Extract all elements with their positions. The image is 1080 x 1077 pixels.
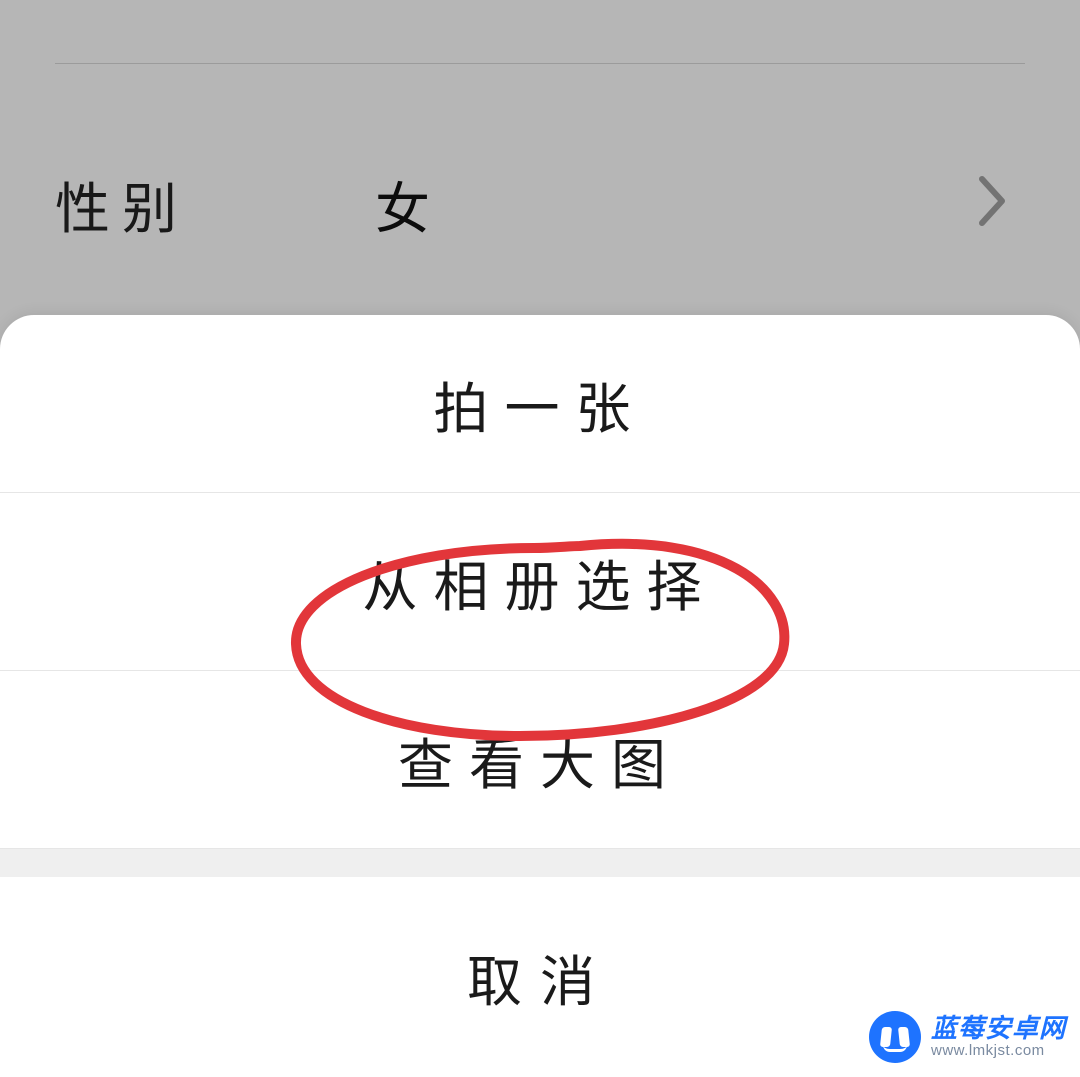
cancel-button-label: 取消 xyxy=(467,937,613,1017)
option-view-large[interactable]: 查看大图 xyxy=(0,671,1080,849)
sheet-separator xyxy=(0,849,1080,877)
option-take-photo-label: 拍一张 xyxy=(433,364,646,444)
watermark: 蓝莓安卓网 www.lmkjst.com xyxy=(869,1011,1066,1063)
option-choose-from-album[interactable]: 从相册选择 xyxy=(0,493,1080,671)
option-view-large-label: 查看大图 xyxy=(398,720,682,800)
option-take-photo[interactable]: 拍一张 xyxy=(0,315,1080,493)
watermark-url: www.lmkjst.com xyxy=(931,1043,1066,1059)
option-choose-from-album-label: 从相册选择 xyxy=(362,542,717,622)
modal-scrim[interactable] xyxy=(0,0,1080,358)
watermark-title: 蓝莓安卓网 xyxy=(931,1015,1066,1042)
action-sheet: 拍一张 从相册选择 查看大图 取消 xyxy=(0,315,1080,1077)
watermark-logo-icon xyxy=(869,1011,921,1063)
